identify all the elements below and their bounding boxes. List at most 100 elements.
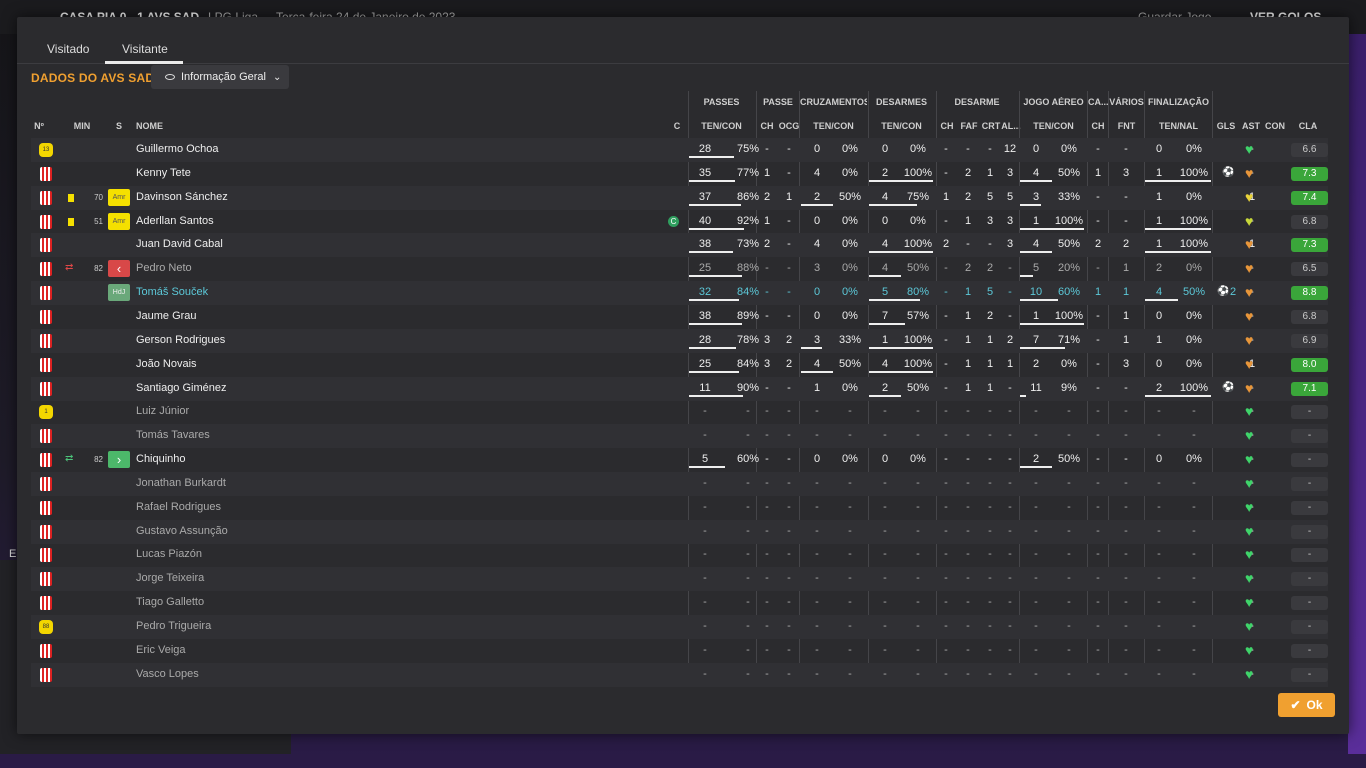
tab-visitante[interactable]: Visitante bbox=[122, 42, 168, 56]
des-crt: 1 bbox=[986, 382, 994, 394]
stat-value: 5 bbox=[1032, 262, 1040, 274]
view-dropdown[interactable]: Informação Geral ⌄ bbox=[151, 65, 289, 89]
tab-visitado[interactable]: Visitado bbox=[47, 42, 89, 56]
player-name[interactable]: Jaume Grau bbox=[136, 310, 197, 322]
player-name[interactable]: Kenny Tete bbox=[136, 167, 191, 179]
ca-ch: - bbox=[1096, 358, 1100, 370]
player-name[interactable]: Gerson Rodrigues bbox=[136, 334, 225, 346]
col-des-ch[interactable]: CH bbox=[938, 121, 956, 131]
captain-badge: C bbox=[668, 216, 679, 227]
player-name[interactable]: Lucas Piazón bbox=[136, 548, 202, 560]
col-c[interactable]: C bbox=[670, 121, 684, 131]
table-row[interactable]: Gustavo Assunção - - - - - - - - - - - - - - - - - - - - ♥ - bbox=[31, 520, 1328, 544]
table-row[interactable]: 88 Pedro Trigueira - - - - - - - - - - - - - - - - - - - - ♥ - bbox=[31, 615, 1328, 639]
col-aereo[interactable]: TEN/CON bbox=[1020, 121, 1087, 131]
stat-value: - bbox=[815, 525, 819, 537]
table-row[interactable]: ⇄ 82 ‹ Pedro Neto 25 88% - -3 0% 4 50% -2 2-5 20% -1 2 0… bbox=[31, 257, 1328, 281]
table-row[interactable]: João Novais 25 84% 3 2 4 50% 4 100% -1 1 1 2 0% -3 0 0% -… bbox=[31, 353, 1328, 377]
table-row[interactable]: Lucas Piazón - - - - - - - - - - - - - - - - - - - - ♥ - bbox=[31, 543, 1328, 567]
player-name[interactable]: Vasco Lopes bbox=[136, 668, 199, 680]
player-name[interactable]: João Novais bbox=[136, 358, 197, 370]
player-name[interactable]: Davinson Sánchez bbox=[136, 191, 228, 203]
col-des-crt[interactable]: CRT bbox=[981, 121, 1001, 131]
table-row[interactable]: HdJ Tomáš Souček 32 84% - -0 0% 5 80% -1 5-10 60% 1 1… bbox=[31, 281, 1328, 305]
table-row[interactable]: 51 Amr Aderllan Santos C 40 92% 1-0 0% 0 0% -1 3 3 1 1… bbox=[31, 210, 1328, 234]
player-name[interactable]: Jonathan Burkardt bbox=[136, 477, 226, 489]
table-row[interactable]: Rafael Rodrigues - - - - - - - - - - - - - - - - - - - - ♥ - bbox=[31, 496, 1328, 520]
player-name[interactable]: Jorge Teixeira bbox=[136, 572, 204, 584]
subbed-off-badge: ‹ bbox=[108, 260, 130, 277]
col-des-al[interactable]: AL... bbox=[1001, 121, 1021, 131]
stat-value: - bbox=[883, 405, 887, 417]
stat-value: - bbox=[1157, 620, 1161, 632]
table-row[interactable]: Eric Veiga - - - - - - - - - - - - - - - - - - - - ♥ - bbox=[31, 639, 1328, 663]
table-row[interactable]: ⇄ 82 › Chiquinho 5 60% - -0 0% 0 0% - - - -2 50% - -0 0% - -… bbox=[31, 448, 1328, 472]
table-row[interactable]: Gerson Rodrigues 28 78% 3 2 3 33% 1 100% -1 1 2 7 71%… bbox=[31, 329, 1328, 353]
table-row[interactable]: 1 Luiz Júnior - - - - - - - - - - - - - - - - - - - - ♥ - bbox=[31, 400, 1328, 424]
fnt: 1 bbox=[1122, 310, 1130, 322]
player-name[interactable]: Eric Veiga bbox=[136, 644, 186, 656]
condition-heart-icon: ♥ bbox=[1245, 546, 1254, 562]
table-row[interactable]: Tiago Galletto - - - - - - - - - - - - - - - - - - - - ♥ - bbox=[31, 591, 1328, 615]
stat-value: 25 bbox=[698, 358, 712, 370]
stat-percent: 0% bbox=[842, 310, 858, 322]
ok-button[interactable]: ✔ Ok bbox=[1278, 693, 1335, 717]
table-row[interactable]: Jorge Teixeira - - - - - - - - - - - - - - - - - - - - ♥ - bbox=[31, 567, 1328, 591]
fnt: - bbox=[1124, 453, 1128, 465]
col-ast[interactable]: AST bbox=[1240, 121, 1262, 131]
player-name[interactable]: Tomáš Souček bbox=[136, 286, 208, 298]
stat-percent: - bbox=[916, 405, 920, 417]
col-cla[interactable]: CLA bbox=[1296, 121, 1320, 131]
player-name[interactable]: Tiago Galletto bbox=[136, 596, 204, 608]
col-final[interactable]: TEN/NAL bbox=[1145, 121, 1212, 131]
col-des-faf[interactable]: FAF bbox=[959, 121, 979, 131]
table-row[interactable]: Kenny Tete 35 77% 1-4 0% 2 100% -2 1 3 4 50% 1 3 1 100%… bbox=[31, 162, 1328, 186]
player-name[interactable]: Rafael Rodrigues bbox=[136, 501, 221, 513]
table-row[interactable]: Tomás Tavares - - - - - - - - - - - - - - - - - - - - ♥ - bbox=[31, 424, 1328, 448]
col-passe-ch[interactable]: CH bbox=[758, 121, 776, 131]
player-name[interactable]: Gustavo Assunção bbox=[136, 525, 228, 537]
des-faf: 2 bbox=[964, 191, 972, 203]
player-name[interactable]: Juan David Cabal bbox=[136, 238, 223, 250]
col-con[interactable]: CON bbox=[1264, 121, 1286, 131]
player-name[interactable]: Guillermo Ochoa bbox=[136, 143, 219, 155]
col-n[interactable]: Nº bbox=[31, 121, 47, 131]
player-name[interactable]: Luiz Júnior bbox=[136, 405, 189, 417]
stat-value: 2 bbox=[1155, 262, 1163, 274]
player-name[interactable]: Santiago Giménez bbox=[136, 382, 227, 394]
col-ca-ch[interactable]: CH bbox=[1088, 121, 1108, 131]
col-cruz[interactable]: TEN/CON bbox=[800, 121, 867, 131]
player-name[interactable]: Chiquinho bbox=[136, 453, 186, 465]
des-crt: 1 bbox=[986, 334, 994, 346]
table-row[interactable]: 70 Amr Davinson Sánchez 37 86% 2 1 2 50% 4 75% 1 2 5 5… bbox=[31, 186, 1328, 210]
group-passes: PASSES bbox=[703, 97, 740, 107]
table-row[interactable]: 13 Guillermo Ochoa 28 75% - -0 0% 0 0% - - -12 0 0% - -… bbox=[31, 138, 1328, 162]
col-passe-ocg[interactable]: OCG bbox=[778, 121, 800, 131]
player-name[interactable]: Pedro Trigueira bbox=[136, 620, 211, 632]
table-row[interactable]: Jonathan Burkardt - - - - - - - - - - - - - - - - - - - - ♥ - bbox=[31, 472, 1328, 496]
fnt: - bbox=[1124, 382, 1128, 394]
col-passes[interactable]: TEN/CON bbox=[688, 121, 755, 131]
table-row[interactable]: Jaume Grau 38 89% - -0 0% 7 57% -1 2-1 100% -1 0 0% - -… bbox=[31, 305, 1328, 329]
ca-ch: - bbox=[1096, 453, 1100, 465]
col-min[interactable]: MIN bbox=[70, 121, 94, 131]
player-name[interactable]: Pedro Neto bbox=[136, 262, 192, 274]
col-fnt[interactable]: FNT bbox=[1109, 121, 1144, 131]
player-name[interactable]: Aderllan Santos bbox=[136, 215, 214, 227]
subbed-on-badge: › bbox=[108, 451, 130, 468]
col-gls[interactable]: GLS bbox=[1215, 121, 1237, 131]
stat-percent: 50% bbox=[906, 262, 930, 274]
condition-heart-icon: ♥ bbox=[1245, 141, 1254, 157]
stat-value: 11 bbox=[699, 382, 711, 394]
table-row[interactable]: Santiago Giménez 11 90% - -1 0% 2 50% -1 1-11 9% - -… bbox=[31, 377, 1328, 401]
col-s[interactable]: S bbox=[112, 121, 126, 131]
table-row[interactable]: Vasco Lopes - - - - - - - - - - - - - - - - - - - - ♥ - bbox=[31, 663, 1328, 687]
col-desarmes[interactable]: TEN/CON bbox=[868, 121, 935, 131]
player-name[interactable]: Tomás Tavares bbox=[136, 429, 210, 441]
passe-ocg: - bbox=[787, 382, 791, 394]
stat-percent: 0% bbox=[842, 167, 858, 179]
col-name[interactable]: NOME bbox=[136, 121, 163, 131]
stat-value: - bbox=[815, 668, 819, 680]
success-bar bbox=[1145, 251, 1211, 253]
table-row[interactable]: Juan David Cabal 38 73% 2-4 0% 4 100% 2- -3 4 50% 2… bbox=[31, 233, 1328, 257]
